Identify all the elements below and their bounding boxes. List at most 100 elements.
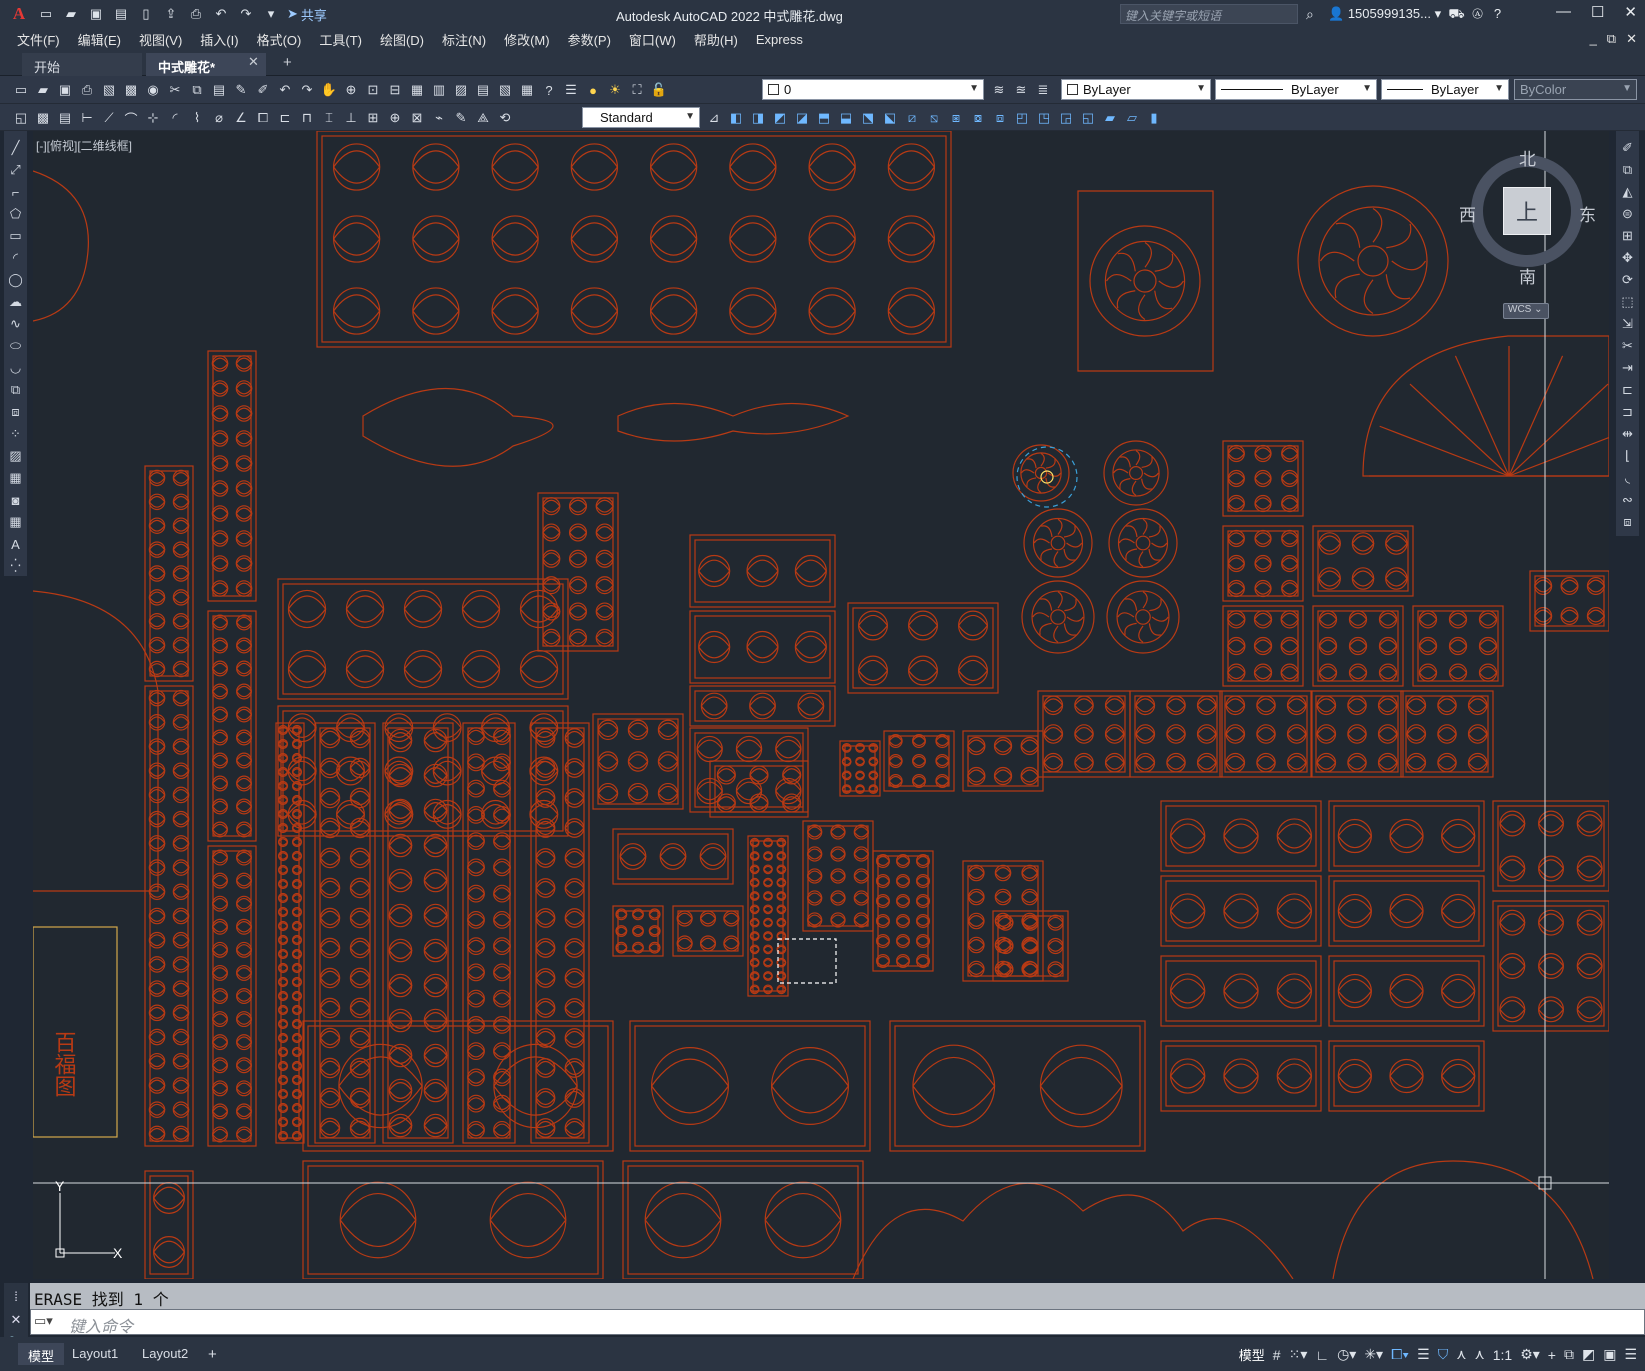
dim-space-icon[interactable]: ⌶ [320,109,338,127]
make-block-icon[interactable]: ⧈ [7,403,25,421]
command-input[interactable]: 键入命令 [30,1309,1645,1336]
scale-value[interactable]: 1:1 [1493,1347,1512,1363]
add-selected-icon[interactable]: ⁛ [7,557,25,575]
doc-restore-icon[interactable]: ⧉ [1607,31,1616,47]
diameter-icon[interactable]: ⌀ [210,109,228,127]
markup-icon[interactable]: ▧ [496,81,514,99]
sweep-icon[interactable]: ⬔ [859,109,877,127]
cart-icon[interactable]: ⛟ [1448,6,1464,21]
menu-format[interactable]: 格式(O) [257,30,313,49]
undo-icon[interactable]: ↶ [212,5,230,23]
mirror-icon[interactable]: ◭ [1619,183,1637,201]
radius-icon[interactable]: ◜ [166,109,184,127]
publish-icon[interactable]: ▩ [122,81,140,99]
polyline-icon[interactable]: ⌐ [7,183,25,201]
lineweight-icon[interactable]: ☰ [1417,1346,1430,1363]
revision-cloud-icon[interactable]: ☁ [7,293,25,311]
dim-break-icon[interactable]: ⊥ [342,109,360,127]
separate-icon[interactable]: ⧈ [991,109,1009,127]
menu-parametric[interactable]: 参数(P) [568,30,622,49]
layout-tab-layout1[interactable]: Layout1 [62,1343,128,1365]
intersect-icon[interactable]: ◩ [771,109,789,127]
match-prop-icon[interactable]: ✎ [232,81,250,99]
angular-icon[interactable]: ∠ [232,109,250,127]
blend-icon[interactable]: ∾ [1619,491,1637,509]
gear-icon[interactable]: ⚙▾ [1520,1346,1540,1363]
arc-icon[interactable]: ◜ [7,249,25,267]
polygon-icon[interactable]: ⬠ [7,205,25,223]
menu-help[interactable]: 帮助(H) [694,30,749,49]
arc-length-icon[interactable]: ⌒ [122,109,140,127]
minimize-icon[interactable]: — [1556,3,1571,21]
search-icon[interactable]: ⌕ [1306,6,1314,23]
extract-edge-icon[interactable]: ◲ [1057,109,1075,127]
3d-dwf-icon[interactable]: ◉ [144,81,162,99]
menu-tools[interactable]: 工具(T) [319,30,373,49]
fillet-edge-icon[interactable]: ◰ [1013,109,1031,127]
plus-icon[interactable]: + [1548,1347,1556,1363]
ellipse-icon[interactable]: ⬭ [7,337,25,355]
spline-icon[interactable]: ∿ [7,315,25,333]
dim-text-edit-icon[interactable]: ⟁ [474,109,492,127]
menu-view[interactable]: 视图(V) [139,30,193,49]
make-current-icon[interactable]: ≋ [990,81,1008,99]
continue-icon[interactable]: ⊓ [298,109,316,127]
close-icon[interactable]: ✕ [11,1312,22,1328]
maximize-icon[interactable]: ☐ [1591,3,1604,21]
infer-constraints-icon[interactable]: ∟ [1315,1347,1329,1363]
copy-icon[interactable]: ⧉ [188,81,206,99]
web-save-icon[interactable]: ▯ [137,5,155,23]
zoom-previous-icon[interactable]: ⊟ [386,81,404,99]
saveas-icon[interactable]: ▤ [112,5,130,23]
qa-menu-icon[interactable]: ▾ [262,5,280,23]
erase-icon[interactable]: ✐ [1619,139,1637,157]
press-pull-icon[interactable]: ⬒ [815,109,833,127]
layer-properties-icon[interactable]: ☰ [562,81,580,99]
inspection-icon[interactable]: ⊠ [408,109,426,127]
tab-start[interactable]: 开始 [22,53,142,76]
extend-icon[interactable]: ⇥ [1619,359,1637,377]
layer-dropdown[interactable]: 0 ▼ [762,79,984,100]
jogged-icon[interactable]: ⌇ [188,109,206,127]
ordinate-icon[interactable]: ⊹ [144,109,162,127]
plot-icon[interactable]: ⎙ [78,81,96,99]
fillet-icon[interactable]: ◟ [1619,469,1637,487]
tool-palettes-icon[interactable]: ▨ [452,81,470,99]
new-icon[interactable]: ▭ [37,5,55,23]
subtract-icon[interactable]: ◨ [749,109,767,127]
help-icon[interactable]: ? [540,81,558,99]
extrude-icon[interactable]: ◪ [793,109,811,127]
menu-edit[interactable]: 编辑(E) [78,30,132,49]
taper-face-icon[interactable]: ▰ [1101,109,1119,127]
chamfer-edge-icon[interactable]: ◳ [1035,109,1053,127]
dimstyle-dropdown[interactable]: Standard ▼ [582,107,700,128]
search-input[interactable]: 键入关键字或短语 [1120,4,1298,24]
print-icon[interactable]: ⎙ [187,5,205,23]
isolate-icon[interactable]: ⧉ [1564,1346,1574,1363]
join-icon[interactable]: ⇹ [1619,425,1637,443]
hardware-accel-icon[interactable]: ◩ [1582,1346,1595,1363]
viewport-label[interactable]: [-][俯视][二维线框] [36,137,132,154]
compass-north[interactable]: 北 [1519,145,1536,170]
copy-icon[interactable]: ⧉ [1619,161,1637,179]
layer-state-icon[interactable]: ≣ [1034,81,1052,99]
thicken-icon[interactable]: ⧅ [925,109,943,127]
circle-icon[interactable]: ◯ [7,271,25,289]
layout-tab-model[interactable]: 模型 [18,1343,65,1365]
clean-screen-icon[interactable]: ▣ [1603,1346,1616,1363]
dynamic-input-icon[interactable]: ◷▾ [1337,1346,1356,1363]
snap-icon[interactable]: ⁙▾ [1289,1346,1308,1363]
menu-draw[interactable]: 绘图(D) [380,30,435,49]
object-snap-icon[interactable]: ⧠▾ [1391,1346,1409,1363]
model-space-button[interactable]: 模型 [1239,1345,1265,1364]
properties-icon[interactable]: ▦ [408,81,426,99]
point-icon[interactable]: ⁘ [7,425,25,443]
polar-tracking-icon[interactable]: ✳▾ [1364,1346,1383,1363]
region-icon[interactable]: ◙ [7,491,25,509]
insert-block-icon[interactable]: ⧉ [7,381,25,399]
add-layout-icon[interactable]: + [198,1343,227,1365]
recent-commands-icon[interactable]: ▭▾ [34,1313,53,1329]
redo-icon[interactable]: ↷ [237,5,255,23]
linetype-dropdown[interactable]: ByLayer ▼ [1215,79,1377,100]
pan-icon[interactable]: ✋ [320,81,338,99]
